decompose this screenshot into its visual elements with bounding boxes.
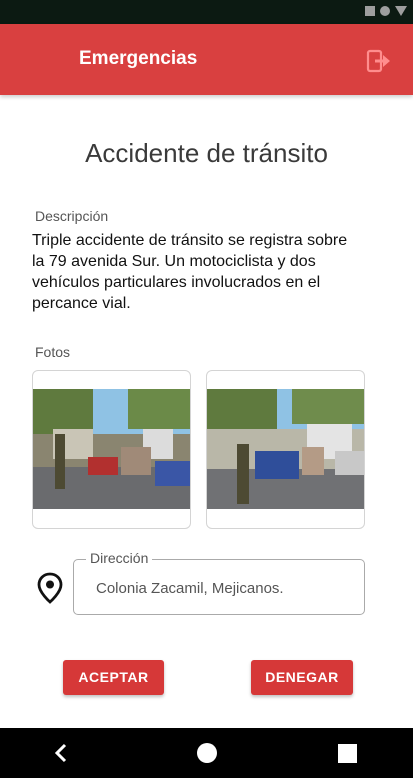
app-bar: Emergencias xyxy=(0,24,413,95)
description-label: Descripción xyxy=(35,208,109,224)
location-pin-icon xyxy=(37,572,63,604)
photos-label: Fotos xyxy=(35,344,71,360)
report-title: Accidente de tránsito xyxy=(85,138,328,168)
system-nav-bar xyxy=(0,728,413,778)
address-label: Dirección xyxy=(86,550,153,566)
app-title: Emergencias xyxy=(79,48,198,69)
status-triangle-icon xyxy=(395,6,407,16)
address-field[interactable]: Dirección Colonia Zacamil, Mejicanos. xyxy=(73,550,365,615)
status-icons xyxy=(365,6,407,16)
accident-photo-2 xyxy=(207,389,364,509)
address-value: Colonia Zacamil, Mejicanos. xyxy=(96,580,284,597)
status-square-icon xyxy=(365,6,375,16)
logout-icon[interactable] xyxy=(365,48,391,74)
back-icon[interactable] xyxy=(52,742,70,764)
recents-icon[interactable] xyxy=(338,744,357,763)
accept-button[interactable]: ACEPTAR xyxy=(63,660,164,695)
home-icon[interactable] xyxy=(197,743,217,763)
description-text: Triple accidente de tránsito se registra… xyxy=(32,232,348,312)
deny-button[interactable]: DENEGAR xyxy=(251,660,353,695)
photo-card-1[interactable] xyxy=(32,370,191,529)
photo-card-2[interactable] xyxy=(206,370,365,529)
status-bar xyxy=(0,0,413,24)
status-circle-icon xyxy=(380,6,390,16)
accident-photo-1 xyxy=(33,389,190,509)
